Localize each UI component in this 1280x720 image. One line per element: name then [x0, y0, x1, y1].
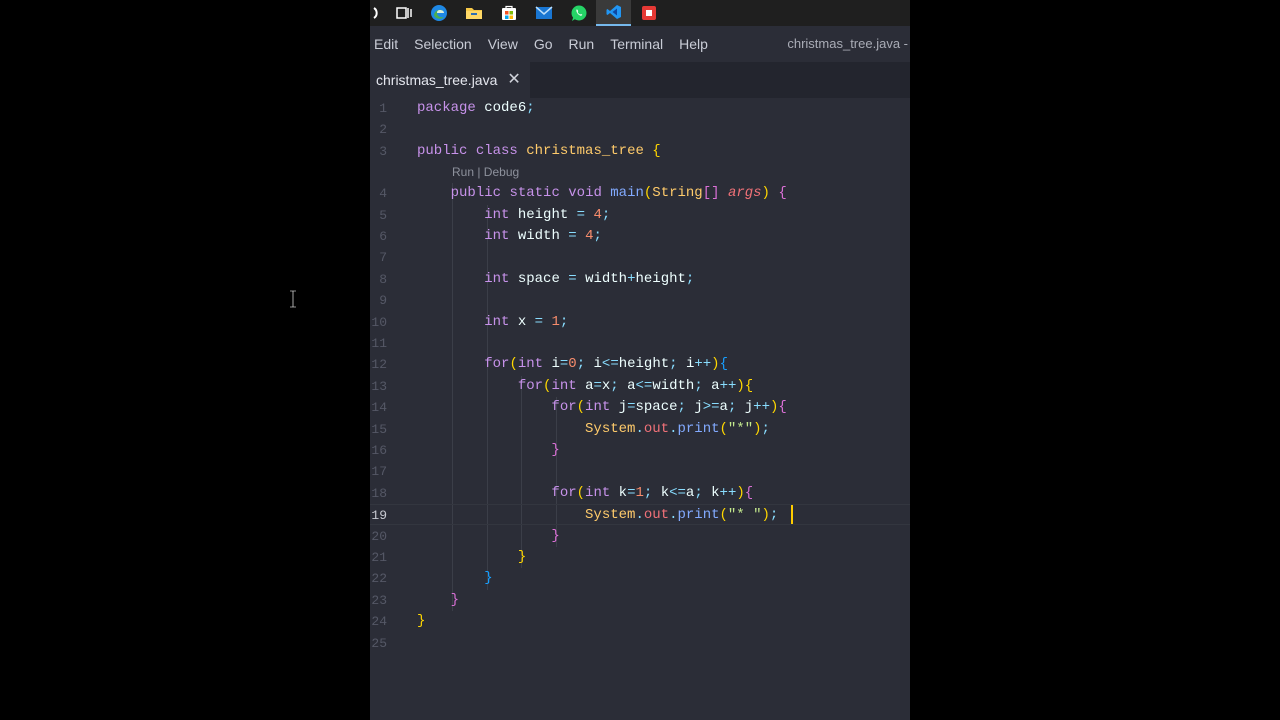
code-text: public class christmas_tree {	[417, 142, 661, 159]
code-line[interactable]: 1 package code6;	[370, 98, 910, 119]
line-number: 4	[379, 186, 387, 202]
code-text: }	[517, 549, 527, 565]
mail-icon[interactable]	[526, 0, 561, 26]
task-view-icon[interactable]	[386, 0, 421, 26]
line-number: 14	[371, 400, 387, 416]
code-line[interactable]: 18 for(int k=1; k<=a; k++){	[370, 483, 910, 504]
line-number: 5	[379, 207, 387, 223]
code-line[interactable]: 17	[370, 461, 910, 482]
line-number: 12	[371, 357, 387, 373]
menu-go[interactable]: Go	[526, 36, 561, 52]
line-number: 24	[371, 614, 387, 630]
line-number: 8	[379, 271, 387, 287]
line-number: 15	[371, 421, 387, 437]
window-title: christmas_tree.java -	[787, 36, 908, 51]
menu-run[interactable]: Run	[561, 36, 603, 52]
code-text: for(int a=x; a<=width; a++){	[517, 377, 754, 394]
code-line[interactable]: 8 int space = width+height;	[370, 269, 910, 290]
whatsapp-icon[interactable]	[561, 0, 596, 26]
code-text: int height = 4;	[484, 206, 611, 223]
code-line[interactable]: 2	[370, 119, 910, 140]
line-number: 9	[379, 293, 387, 309]
code-line[interactable]: 24}	[370, 611, 910, 632]
code-line[interactable]: 21 }	[370, 547, 910, 568]
code-text: }	[417, 613, 426, 630]
code-editor[interactable]: 1 package code6; 2 3 public class christmas_…	[370, 98, 910, 658]
code-text: for(int i=0; i<=height; i++){	[484, 356, 728, 373]
code-text: for(int j=space; j>=a; j++){	[551, 399, 787, 416]
code-text: }	[551, 442, 560, 458]
code-line[interactable]: 5 int height = 4;	[370, 205, 910, 226]
line-number: 20	[371, 528, 387, 544]
mouse-cursor-icon	[289, 290, 297, 313]
file-explorer-icon[interactable]	[456, 0, 491, 26]
office-icon[interactable]	[631, 0, 666, 26]
code-line[interactable]: 3 public class christmas_tree {	[370, 141, 910, 162]
line-number: 10	[371, 314, 387, 330]
editor-tab-bar: christmas_tree.java ✕	[370, 62, 910, 98]
code-text: System.out.print("*");	[585, 420, 770, 437]
code-line[interactable]: 16 }	[370, 440, 910, 461]
edge-browser-icon[interactable]	[421, 0, 456, 26]
code-line[interactable]: 4 public static void main(String[] args)…	[370, 183, 910, 204]
line-number: 25	[371, 635, 387, 651]
vscode-window: Edit Selection View Go Run Terminal Help…	[370, 0, 910, 720]
vscode-icon[interactable]	[596, 0, 631, 26]
line-number: 1	[379, 101, 387, 116]
line-number: 7	[379, 250, 387, 266]
line-number: 23	[371, 592, 387, 608]
codelens-run-debug[interactable]: Run | Debug	[452, 162, 519, 183]
line-number: 11	[371, 336, 387, 351]
code-text: int space = width+height;	[484, 270, 695, 287]
menu-bar: Edit Selection View Go Run Terminal Help…	[370, 26, 910, 62]
store-icon[interactable]	[491, 0, 526, 26]
code-text: int width = 4;	[484, 228, 602, 244]
menu-selection[interactable]: Selection	[406, 36, 480, 52]
code-text: int x = 1;	[484, 313, 569, 330]
line-number: 19	[371, 508, 387, 524]
code-line[interactable]: 23 }	[370, 590, 910, 611]
line-number: 2	[379, 122, 387, 138]
menu-terminal[interactable]: Terminal	[602, 36, 671, 52]
code-line[interactable]: 15 System.out.print("*");	[370, 419, 910, 440]
menu-help[interactable]: Help	[671, 36, 716, 52]
power-icon[interactable]	[370, 0, 386, 26]
menu-view[interactable]: View	[480, 36, 526, 52]
code-line[interactable]: 10 int x = 1;	[370, 312, 910, 333]
code-text: }	[450, 591, 460, 608]
code-line[interactable]: 9	[370, 290, 910, 311]
line-number: 18	[371, 485, 387, 501]
close-icon[interactable]: ✕	[507, 72, 520, 88]
code-text: }	[551, 527, 560, 544]
tab-label: christmas_tree.java	[376, 72, 498, 88]
code-line[interactable]: 25	[370, 633, 910, 654]
code-line[interactable]: 22 }	[370, 568, 910, 589]
code-text: }	[484, 570, 493, 587]
line-number: 16	[371, 443, 387, 458]
code-line[interactable]: 14 for(int j=space; j>=a; j++){	[370, 397, 910, 418]
code-text: public static void main(String[] args) {	[450, 185, 787, 202]
code-text: for(int k=1; k<=a; k++){	[551, 484, 754, 501]
line-number: 6	[379, 229, 387, 244]
line-number: 17	[371, 464, 387, 480]
code-line[interactable]: 6 int width = 4;	[370, 226, 910, 247]
line-number: 3	[379, 143, 387, 159]
menu-edit[interactable]: Edit	[370, 36, 406, 52]
code-line[interactable]: 11	[370, 333, 910, 354]
code-line[interactable]: 12 for(int i=0; i<=height; i++){	[370, 354, 910, 375]
code-line[interactable]: 19 System.out.print("* ");	[370, 504, 910, 526]
tab-christmas-tree-java[interactable]: christmas_tree.java ✕	[370, 62, 530, 98]
line-number: 13	[371, 378, 387, 394]
code-line[interactable]: 20 }	[370, 526, 910, 547]
status-area	[370, 690, 910, 720]
line-number: 21	[371, 550, 387, 565]
code-text: System.out.print("* ");	[585, 507, 779, 524]
code-line[interactable]: 7	[370, 247, 910, 268]
text-cursor	[791, 505, 794, 525]
code-line[interactable]: 13 for(int a=x; a<=width; a++){	[370, 376, 910, 397]
code-text: package code6;	[417, 100, 535, 116]
windows-taskbar	[370, 0, 910, 26]
line-number: 22	[371, 571, 387, 587]
